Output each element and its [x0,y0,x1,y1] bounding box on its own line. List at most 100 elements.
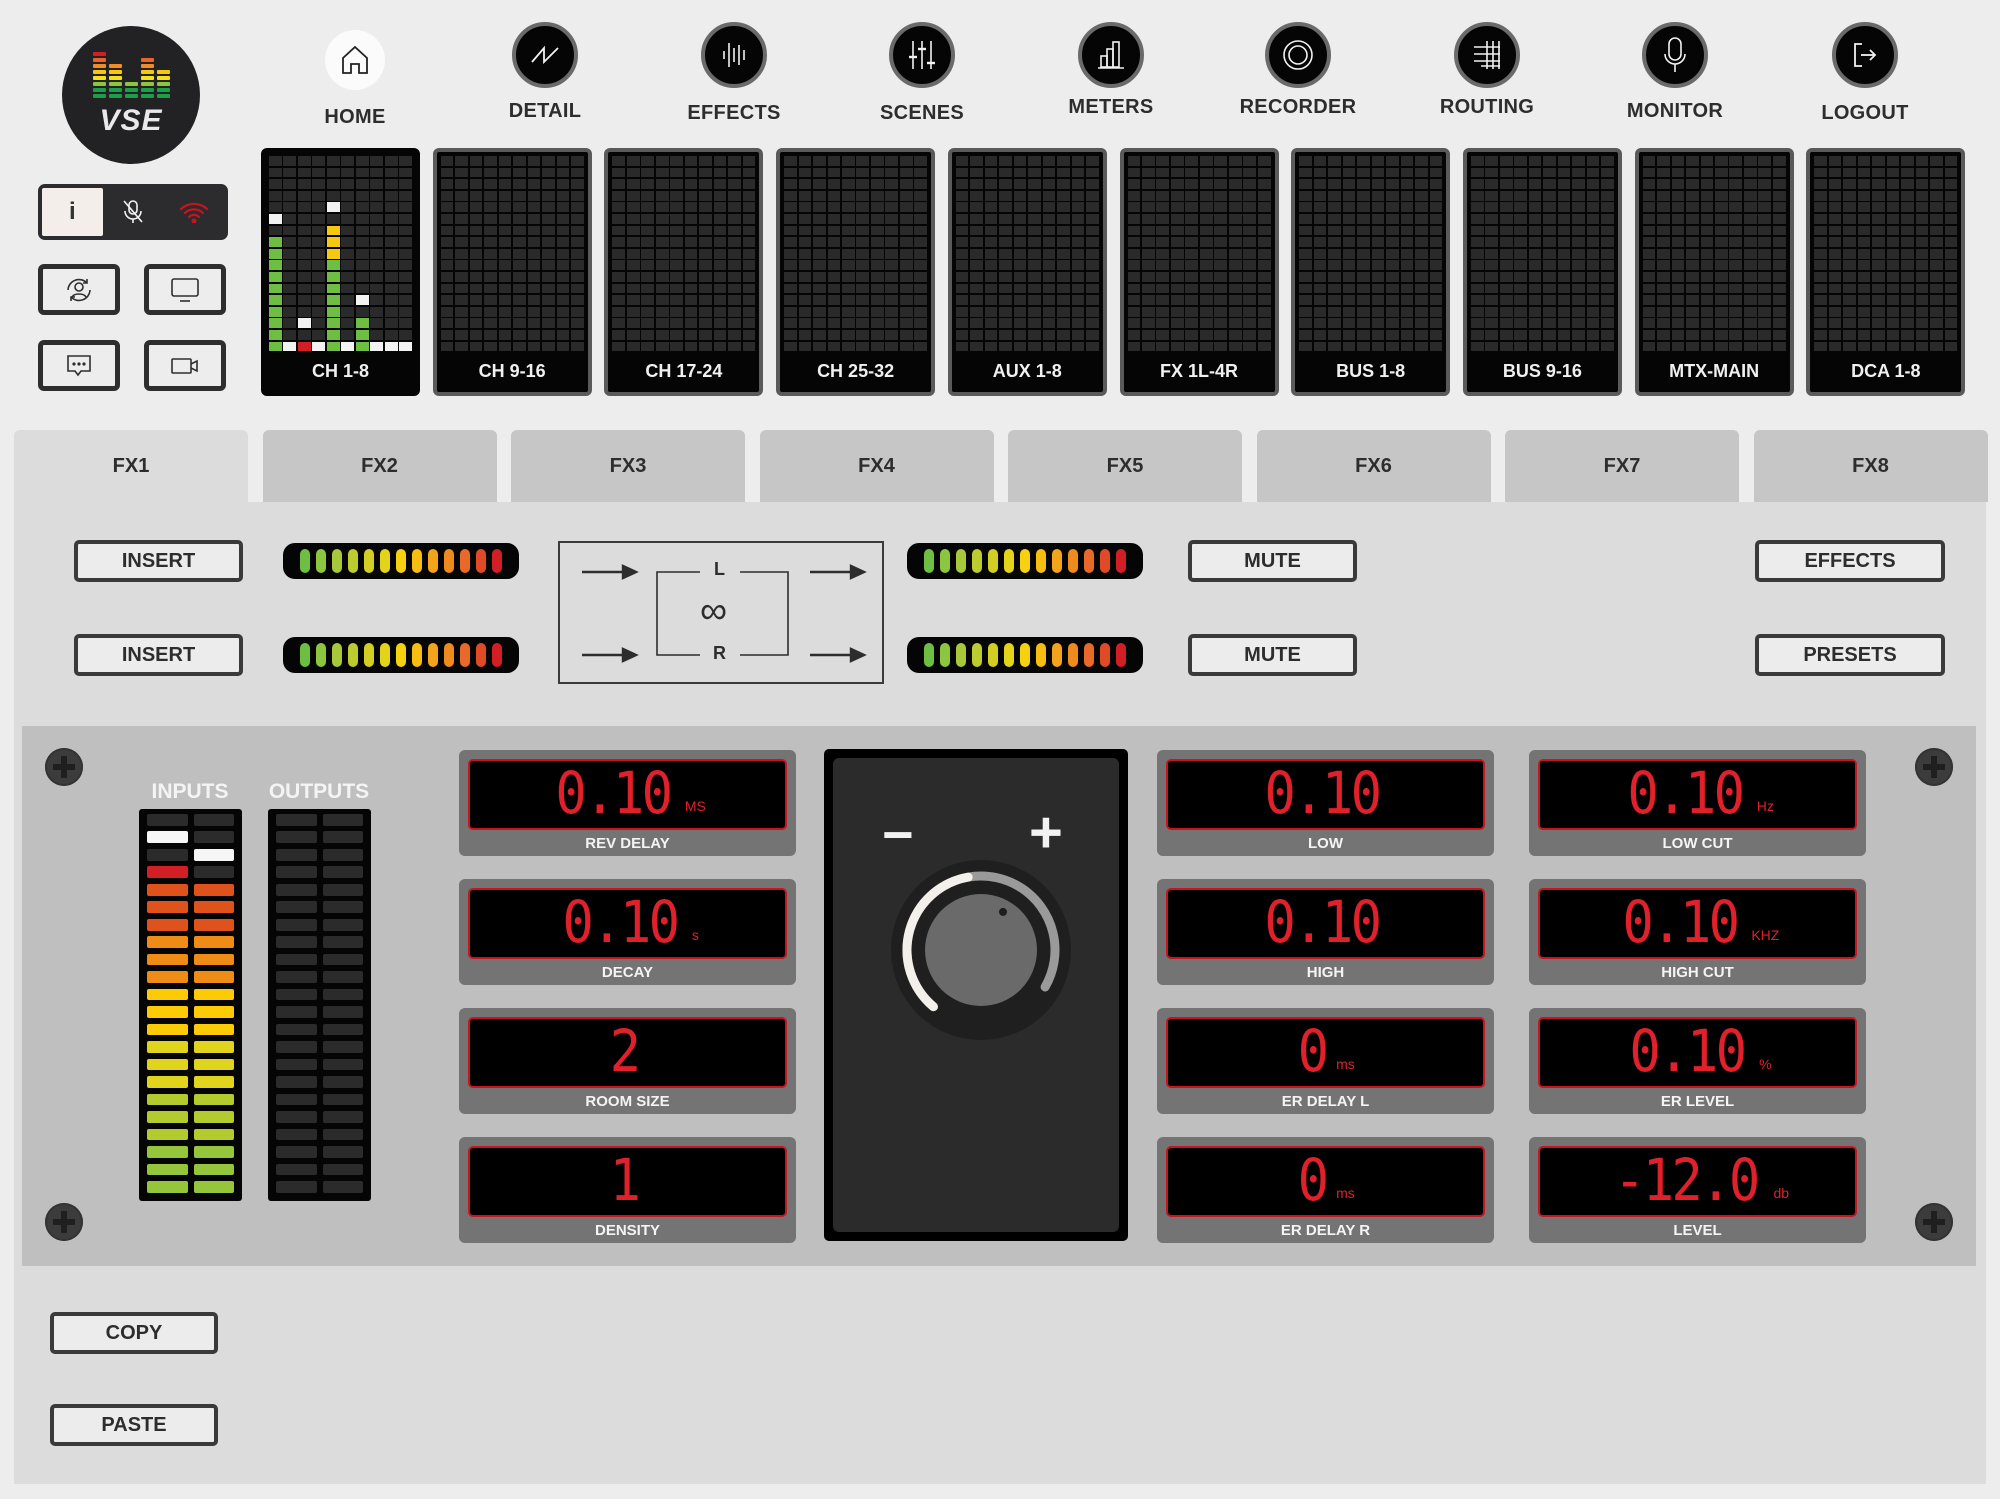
chat-button[interactable] [38,340,120,391]
meter-cell [1714,341,1728,352]
meter-cell [1901,237,1914,247]
meter-cell [1313,295,1327,305]
meter-cell [556,283,570,294]
meter-cell [842,295,855,305]
led-segment [1020,643,1030,667]
nav-meters[interactable]: METERS [1051,22,1171,119]
meter-cell [1758,318,1772,329]
insert-button-2[interactable]: INSERT [74,634,243,676]
meter-cell [556,295,570,305]
param-density[interactable]: 1 DENSITY [459,1137,796,1243]
meter-cell [1944,179,1958,189]
meter-cell [641,260,655,271]
param-er-level[interactable]: 0.10% ER LEVEL [1529,1008,1866,1114]
bank-ch-25-32[interactable]: CH 25-32 [776,148,936,396]
meter-cell [1071,341,1085,352]
meter-cell [1930,306,1943,317]
meter-cell [798,271,812,282]
tab-fx4[interactable]: FX4 [759,430,994,502]
tab-fx2[interactable]: FX2 [262,430,497,502]
logo-bar [108,64,122,98]
link-icon[interactable]: ∞ [700,591,727,631]
param-low[interactable]: 0.10 LOW [1157,750,1494,856]
value-knob[interactable] [891,860,1071,1040]
meter-cell [641,225,655,236]
meter-cell [1127,295,1141,305]
bank-ch-1-8[interactable]: CH 1-8 [261,148,420,396]
nav-detail[interactable]: DETAIL [485,22,605,123]
param-room-size[interactable]: 2 ROOM SIZE [459,1008,796,1114]
nav-effects[interactable]: EFFECTS [674,22,794,125]
param-level[interactable]: -12.0 db LEVEL [1529,1137,1866,1243]
bank-mtx-main[interactable]: MTX-MAIN [1634,148,1794,396]
presets-button[interactable]: PRESETS [1755,634,1945,676]
user-sync-button[interactable] [38,264,120,315]
bank-fx-1l-4r[interactable]: FX 1L-4R [1119,148,1279,396]
tab-fx3[interactable]: FX3 [511,430,745,502]
meter-cell [1729,237,1743,247]
meter-cell [1429,202,1443,213]
meter-cell [1700,283,1714,294]
meter-cell [1042,271,1056,282]
param-low-cut[interactable]: 0.10 Hz LOW CUT [1529,750,1866,856]
nav-routing[interactable]: ROUTING [1427,22,1547,119]
nav-monitor[interactable]: MONITOR [1615,22,1735,123]
mute-button-2[interactable]: MUTE [1188,634,1357,676]
meter-cell [1127,202,1141,213]
meter-cell [1371,271,1385,282]
meter-cell [970,179,983,189]
nav-scenes[interactable]: SCENES [862,22,982,125]
mic-status[interactable] [103,188,164,236]
bank-ch-9-16[interactable]: CH 9-16 [432,148,592,396]
meter-cell [1657,190,1670,201]
mute-button-1[interactable]: MUTE [1188,540,1357,582]
info-button[interactable]: i [42,188,103,236]
meter-cell [1357,318,1370,329]
meter-cell [1772,167,1786,178]
meter-cell [1170,306,1184,317]
meter-cell [1028,248,1041,259]
meter-cell [1199,260,1213,271]
meter-cell [827,156,841,166]
copy-button[interactable]: COPY [50,1312,218,1354]
meter-cell [1601,248,1614,259]
led-segment [460,643,470,667]
param-er-delay-r[interactable]: 0 ms ER DELAY R [1157,1137,1494,1243]
decrement-button[interactable]: − [882,808,914,862]
param-rev-delay[interactable]: 0.10 MS REV DELAY [459,750,796,856]
nav-home[interactable]: HOME [295,30,415,129]
nav-recorder[interactable]: RECORDER [1238,22,1358,119]
param-high[interactable]: 0.10 HIGH [1157,879,1494,985]
nav-logout[interactable]: LOGOUT [1805,22,1925,125]
meter-cell [1185,179,1199,189]
tab-fx7[interactable]: FX7 [1505,430,1739,502]
param-decay[interactable]: 0.10 s DECAY [459,879,796,985]
paste-button[interactable]: PASTE [50,1404,218,1446]
param-er-delay-l[interactable]: 0 ms ER DELAY L [1157,1008,1494,1114]
bank-ch-17-24[interactable]: CH 17-24 [604,148,764,396]
bank-aux-1-8[interactable]: AUX 1-8 [947,148,1107,396]
tab-fx6[interactable]: FX6 [1256,430,1491,502]
wifi-status[interactable] [163,188,224,236]
meter-cell [1028,283,1041,294]
insert-button-1[interactable]: INSERT [74,540,243,582]
tab-fx8[interactable]: FX8 [1753,430,1988,502]
display-button[interactable] [144,264,226,315]
tab-fx5[interactable]: FX5 [1008,430,1242,502]
meter-cell [1243,306,1257,317]
meter-cell [484,225,497,236]
led-segment [956,549,966,573]
meter-led [276,1076,317,1088]
video-button[interactable] [144,340,226,391]
increment-button[interactable]: + [1029,804,1063,862]
bank-dca-1-8[interactable]: DCA 1-8 [1806,148,1966,396]
meter-led [147,814,188,826]
bank-bus-1-8[interactable]: BUS 1-8 [1291,148,1451,396]
effects-button[interactable]: EFFECTS [1755,540,1945,582]
meter-cell [469,248,483,259]
tab-fx1[interactable]: FX1 [14,430,248,502]
bank-bus-9-16[interactable]: BUS 9-16 [1462,148,1622,396]
meter-cell [1657,260,1670,271]
param-high-cut[interactable]: 0.10 KHZ HIGH CUT [1529,879,1866,985]
meter-led [193,1111,234,1123]
